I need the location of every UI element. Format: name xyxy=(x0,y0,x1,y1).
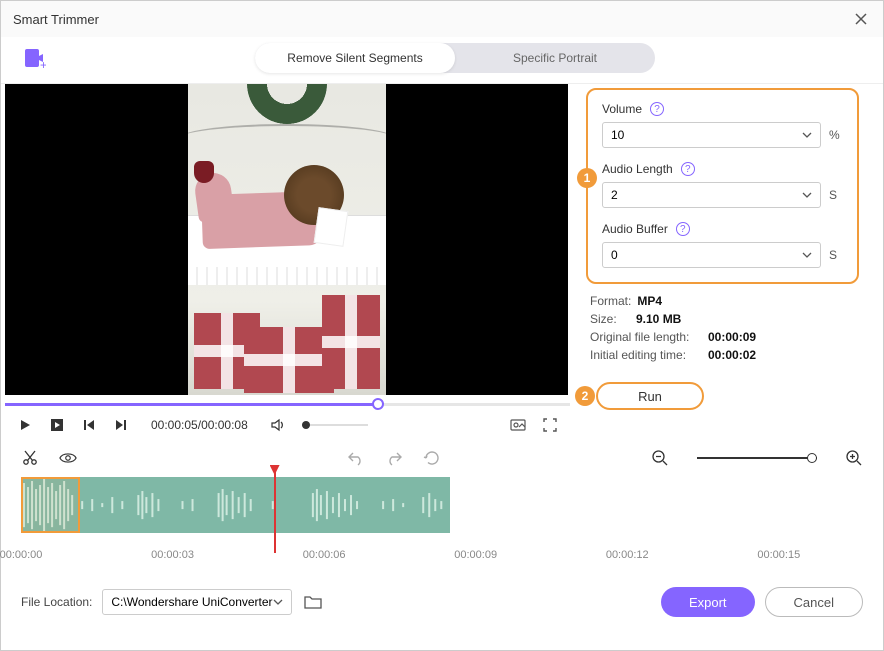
cancel-button[interactable]: Cancel xyxy=(765,587,863,617)
run-button[interactable]: Run xyxy=(596,382,704,410)
app-logo-icon: + xyxy=(21,45,47,71)
audio-length-label: Audio Length xyxy=(602,162,673,176)
parameters-panel: 1 Volume? 10 % Audio Length? 2 S Audio B… xyxy=(586,88,859,284)
audio-buffer-unit: S xyxy=(829,248,843,262)
audio-buffer-select[interactable]: 0 xyxy=(602,242,821,268)
redo-icon[interactable] xyxy=(385,449,403,467)
mode-tabs: Remove Silent Segments Specific Portrait xyxy=(255,43,655,73)
ruler-tick: 00:00:03 xyxy=(151,549,194,561)
prev-frame-icon[interactable] xyxy=(81,417,97,433)
volume-label: Volume xyxy=(602,102,642,116)
size-value: 9.10 MB xyxy=(636,312,681,326)
open-folder-icon[interactable] xyxy=(302,591,324,613)
ruler-tick: 00:00:09 xyxy=(454,549,497,561)
playback-time: 00:00:05/00:00:08 xyxy=(151,418,248,432)
video-preview xyxy=(5,84,568,395)
audio-length-unit: S xyxy=(829,188,843,202)
format-label: Format: xyxy=(590,294,631,308)
chevron-down-icon xyxy=(802,252,812,258)
volume-icon[interactable] xyxy=(270,417,286,433)
timeline-playhead[interactable] xyxy=(274,471,276,553)
step-badge-2: 2 xyxy=(575,386,595,406)
volume-unit: % xyxy=(829,128,843,142)
init-edit-value: 00:00:02 xyxy=(708,348,756,362)
file-location-select[interactable]: C:\Wondershare UniConverter xyxy=(102,589,291,615)
chevron-down-icon xyxy=(802,192,812,198)
video-frame xyxy=(188,84,386,395)
ruler-tick: 00:00:00 xyxy=(0,549,42,561)
help-icon[interactable]: ? xyxy=(650,102,664,116)
window-title: Smart Trimmer xyxy=(13,12,99,27)
format-value: MP4 xyxy=(637,294,662,308)
file-location-label: File Location: xyxy=(21,595,92,609)
step-badge-1: 1 xyxy=(577,168,597,188)
volume-slider[interactable] xyxy=(302,423,368,427)
next-frame-icon[interactable] xyxy=(113,417,129,433)
reset-icon[interactable] xyxy=(423,449,441,467)
zoom-in-icon[interactable] xyxy=(845,449,863,467)
timeline-clip[interactable] xyxy=(21,477,450,533)
timeline[interactable] xyxy=(21,477,863,543)
timeline-selection[interactable] xyxy=(21,477,80,533)
audio-buffer-label: Audio Buffer xyxy=(602,222,668,236)
ruler-tick: 00:00:06 xyxy=(303,549,346,561)
preview-eye-icon[interactable] xyxy=(59,449,77,467)
orig-length-value: 00:00:09 xyxy=(708,330,756,344)
help-icon[interactable]: ? xyxy=(676,222,690,236)
orig-length-label: Original file length: xyxy=(590,330,702,344)
timeline-ruler: 00:00:0000:00:0300:00:0600:00:0900:00:12… xyxy=(21,549,863,569)
ruler-tick: 00:00:15 xyxy=(757,549,800,561)
fullscreen-icon[interactable] xyxy=(542,417,558,433)
stop-icon[interactable] xyxy=(49,417,65,433)
help-icon[interactable]: ? xyxy=(681,162,695,176)
tab-remove-silent[interactable]: Remove Silent Segments xyxy=(255,43,455,73)
cut-icon[interactable] xyxy=(21,449,39,467)
zoom-out-icon[interactable] xyxy=(651,449,669,467)
snapshot-icon[interactable] xyxy=(510,417,526,433)
chevron-down-icon xyxy=(273,599,283,605)
audio-length-select[interactable]: 2 xyxy=(602,182,821,208)
zoom-slider[interactable] xyxy=(697,457,817,459)
svg-text:+: + xyxy=(40,58,46,70)
chevron-down-icon xyxy=(802,132,812,138)
tab-specific-portrait[interactable]: Specific Portrait xyxy=(455,43,655,73)
volume-select[interactable]: 10 xyxy=(602,122,821,148)
size-label: Size: xyxy=(590,312,630,326)
export-button[interactable]: Export xyxy=(661,587,755,617)
close-icon[interactable] xyxy=(851,9,871,29)
ruler-tick: 00:00:12 xyxy=(606,549,649,561)
play-icon[interactable] xyxy=(17,417,33,433)
init-edit-label: Initial editing time: xyxy=(590,348,702,362)
undo-icon[interactable] xyxy=(347,449,365,467)
seek-bar[interactable] xyxy=(5,397,570,411)
